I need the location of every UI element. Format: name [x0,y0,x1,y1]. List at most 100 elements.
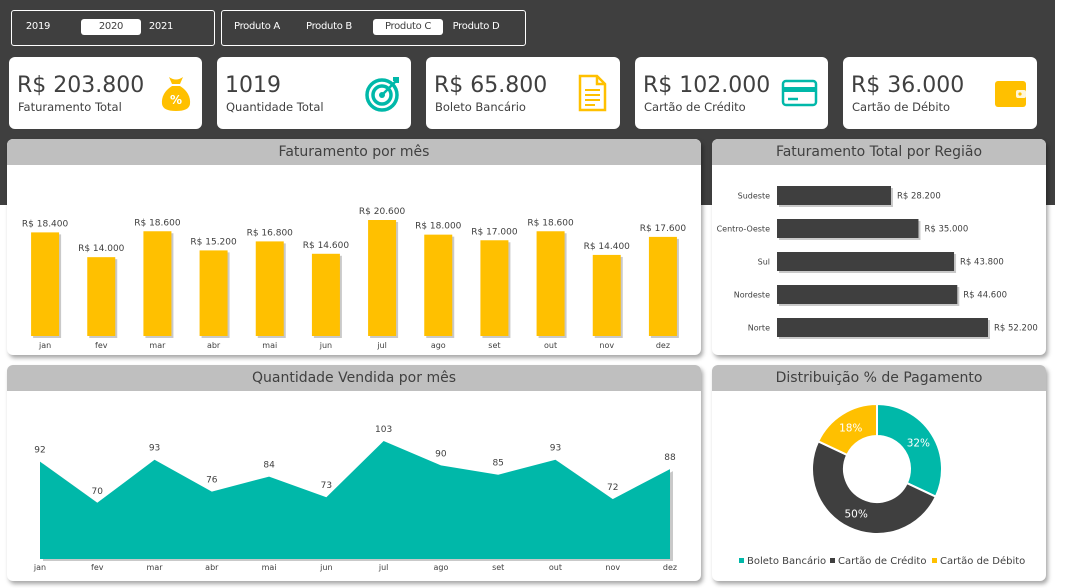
kpi-label: Boleto Bancário [435,100,526,114]
bar-jul [368,220,397,336]
bar-data-label: R$ 18.600 [134,218,181,228]
quantity-area [40,441,670,559]
legend-swatch [830,558,835,563]
year-option-2020[interactable]: 2020 [81,19,141,35]
product-slicer: Produto A Produto B Produto C Produto D [221,10,526,46]
legend-swatch [739,558,744,563]
x-tick-label: out [544,341,557,350]
donut-slice [876,402,943,499]
bar-out [536,231,565,336]
hbar-sul [777,252,955,271]
hbar-data-label: R$ 43.800 [960,258,1004,268]
area-data-label: 70 [92,487,104,497]
x-tick-label: jan [33,563,46,572]
bar-data-label: R$ 18.600 [527,218,574,228]
hbar-data-label: R$ 28.200 [897,192,941,202]
x-tick-label: set [492,563,504,572]
payment-distribution-chart: 32% 50% 18% Boleto Bancário Cartão de Crédit… [739,402,1025,567]
panel-title: Quantidade Vendida por mês [7,365,701,391]
panel-title: Faturamento Total por Região [712,139,1046,165]
bar-ago [424,234,453,336]
legend-label: Cartão de Crédito [838,555,926,567]
kpi-value: R$ 65.800 [434,73,548,98]
region-revenue-panel: Faturamento Total por Região Sudeste R$ 2… [712,139,1046,355]
area-data-label: 92 [34,446,45,456]
kpi-label: Quantidade Total [226,100,324,114]
product-option-c[interactable]: Produto C [373,19,443,35]
kpi-value: R$ 203.800 [17,73,145,98]
kpi-card-debito: R$ 36.000 Cartão de Débito [843,57,1037,129]
x-tick-label: jun [319,341,332,350]
bar-dez [648,236,677,336]
y-tick-label: Norte [748,324,770,333]
bar-data-label: R$ 20.600 [359,207,406,217]
donut-percent-label: 18% [839,423,862,435]
monthly-revenue-chart: R$ 18.400 jan R$ 14.000 fev R$ 18.600 mar R$ 1… [22,207,687,350]
x-tick-label: mar [147,563,164,572]
area-data-label: 103 [375,425,392,435]
bar-data-label: R$ 18.400 [22,219,69,229]
x-tick-label: nov [599,341,614,350]
y-tick-label: Sudeste [738,192,770,201]
bar-data-label: R$ 14.400 [584,242,631,252]
area-data-label: 76 [206,476,218,486]
year-option-2019[interactable]: 2019 [18,19,58,35]
monthly-revenue-panel: Faturamento por mês R$ 18.400 jan R$ 14.00… [7,139,701,355]
money-bag-icon: % [161,77,191,111]
kpi-label: Cartão de Crédito [644,100,746,114]
x-tick-label: jul [378,563,389,572]
x-tick-label: jan [38,341,51,350]
svg-text:%: % [170,93,182,107]
kpi-value: R$ 36.000 [851,73,965,98]
x-tick-label: fev [91,563,104,572]
x-tick-label: abr [205,563,219,572]
hbar-data-label: R$ 35.000 [924,225,968,235]
bar-mar [143,231,172,336]
panel-title: Distribuição % de Pagamento [712,365,1046,391]
legend-label: Cartão de Débito [940,555,1025,567]
area-data-label: 93 [149,444,160,454]
hbar-centro-oeste [777,219,919,238]
x-tick-label: mar [149,341,166,350]
hbar-nordeste [777,285,958,304]
bar-data-label: R$ 18.000 [415,222,462,232]
product-option-a[interactable]: Produto A [228,19,286,35]
monthly-quantity-chart: 92 jan 70 fev 93 mar 76 abr 84 mai 73 jun 103 jul 90 ag… [33,425,677,572]
hbar-data-label: R$ 52.200 [994,324,1038,334]
bar-data-label: R$ 14.600 [303,241,350,251]
area-data-label: 84 [263,461,275,471]
payment-distribution-panel: Distribuição % de Pagamento 32% 50% 18% Bol… [712,365,1046,581]
x-tick-label: ago [431,341,446,350]
credit-card-icon [781,79,818,107]
wallet-icon [995,81,1026,107]
kpi-card-faturamento: R$ 203.800 Faturamento Total % [9,57,202,129]
bar-jan [31,232,60,336]
bar-data-label: R$ 15.200 [190,237,237,247]
kpi-value: 1019 [225,73,281,98]
bar-data-label: R$ 17.600 [640,224,687,234]
product-option-d[interactable]: Produto D [448,19,504,35]
bar-jun [311,253,340,336]
panel-title: Faturamento por mês [7,139,701,165]
legend-label: Boleto Bancário [747,555,826,567]
year-option-2021[interactable]: 2021 [141,19,181,35]
bar-data-label: R$ 16.800 [247,228,294,238]
kpi-label: Faturamento Total [18,100,122,114]
bar-fev [87,257,116,336]
bar-data-label: R$ 14.000 [78,244,125,254]
y-tick-label: Nordeste [734,291,770,300]
x-tick-label: dez [656,341,670,350]
hbar-data-label: R$ 44.600 [963,291,1007,301]
donut-percent-label: 32% [907,438,930,450]
kpi-value: R$ 102.000 [643,73,771,98]
y-tick-label: Centro-Oeste [717,225,771,234]
x-tick-label: set [488,341,500,350]
target-icon [365,77,399,112]
year-slicer: 2019 2020 2021 [11,10,215,46]
bar-abr [199,250,228,336]
area-data-label: 85 [492,459,503,469]
product-option-b[interactable]: Produto B [300,19,358,35]
bar-mai [255,241,284,336]
x-tick-label: mai [262,563,277,572]
bar-data-label: R$ 17.000 [471,227,518,237]
